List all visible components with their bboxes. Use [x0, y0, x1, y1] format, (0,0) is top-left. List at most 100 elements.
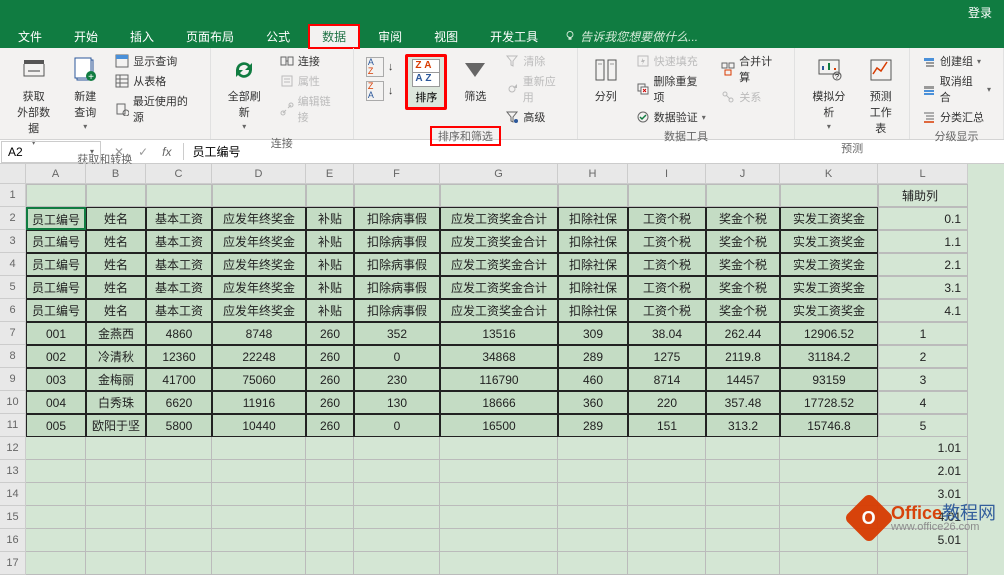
cell[interactable]: 扣除病事假: [354, 230, 440, 253]
cell[interactable]: [558, 184, 628, 207]
cell[interactable]: 工资个税: [628, 230, 706, 253]
col-header[interactable]: I: [628, 164, 706, 184]
cell[interactable]: 应发工资奖金合计: [440, 299, 558, 322]
cell[interactable]: 12360: [146, 345, 212, 368]
cell[interactable]: 实发工资奖金: [780, 207, 878, 230]
row-header[interactable]: 7: [0, 322, 26, 345]
cell[interactable]: 实发工资奖金: [780, 276, 878, 299]
cell[interactable]: 补贴: [306, 276, 354, 299]
col-header[interactable]: A: [26, 164, 86, 184]
cell[interactable]: [440, 437, 558, 460]
cell[interactable]: 扣除社保: [558, 253, 628, 276]
cell[interactable]: [86, 483, 146, 506]
cell[interactable]: 奖金个税: [706, 253, 780, 276]
cell[interactable]: 工资个税: [628, 253, 706, 276]
cell[interactable]: 基本工资: [146, 253, 212, 276]
tab-dev[interactable]: 开发工具: [476, 24, 552, 49]
row-header[interactable]: 10: [0, 391, 26, 414]
cell[interactable]: 4: [878, 391, 968, 414]
cell[interactable]: 奖金个税: [706, 230, 780, 253]
cell[interactable]: 补贴: [306, 207, 354, 230]
cell[interactable]: [212, 483, 306, 506]
cell[interactable]: [706, 460, 780, 483]
filter-button[interactable]: 筛选: [455, 52, 495, 106]
cell[interactable]: [558, 437, 628, 460]
row-header[interactable]: 16: [0, 529, 26, 552]
cell[interactable]: 欧阳于坚: [86, 414, 146, 437]
tab-insert[interactable]: 插入: [116, 24, 168, 49]
worksheet[interactable]: ABCDEFGHIJKL 1辅助列2员工编号姓名基本工资应发年终奖金补贴扣除病事…: [0, 164, 1004, 575]
consolidate-button[interactable]: 合并计算: [717, 52, 786, 86]
cell[interactable]: [628, 437, 706, 460]
cell[interactable]: 奖金个税: [706, 299, 780, 322]
row-header[interactable]: 8: [0, 345, 26, 368]
cell[interactable]: [780, 437, 878, 460]
cell[interactable]: 实发工资奖金: [780, 299, 878, 322]
cell[interactable]: [628, 460, 706, 483]
tab-review[interactable]: 审阅: [364, 24, 416, 49]
col-header[interactable]: B: [86, 164, 146, 184]
cell[interactable]: 116790: [440, 368, 558, 391]
tab-data[interactable]: 数据: [308, 24, 360, 49]
ungroup-button[interactable]: 取消组合▾: [918, 72, 995, 106]
cell[interactable]: 扣除社保: [558, 207, 628, 230]
cell[interactable]: [146, 483, 212, 506]
tab-file[interactable]: 文件: [4, 24, 56, 49]
text-to-columns-button[interactable]: 分列: [586, 52, 626, 106]
cell[interactable]: 冷清秋: [86, 345, 146, 368]
cell[interactable]: 应发工资奖金合计: [440, 207, 558, 230]
sort-desc-button[interactable]: ZA↓: [362, 80, 398, 102]
cell[interactable]: [558, 460, 628, 483]
cell[interactable]: [212, 184, 306, 207]
data-validation-button[interactable]: 数据验证▾: [632, 108, 712, 126]
cell[interactable]: 004: [26, 391, 86, 414]
cell[interactable]: 13516: [440, 322, 558, 345]
cell[interactable]: 313.2: [706, 414, 780, 437]
group-button[interactable]: 创建组▾: [918, 52, 995, 70]
cell[interactable]: 260: [306, 414, 354, 437]
row-header[interactable]: 14: [0, 483, 26, 506]
cell[interactable]: 2.1: [878, 253, 968, 276]
cell[interactable]: [306, 460, 354, 483]
cell[interactable]: [440, 460, 558, 483]
cell[interactable]: 352: [354, 322, 440, 345]
cell[interactable]: 130: [354, 391, 440, 414]
cell[interactable]: 230: [354, 368, 440, 391]
cell[interactable]: 员工编号: [26, 276, 86, 299]
cell[interactable]: [26, 437, 86, 460]
cell[interactable]: [780, 460, 878, 483]
cell[interactable]: [558, 483, 628, 506]
cell[interactable]: 应发工资奖金合计: [440, 276, 558, 299]
cell[interactable]: [440, 529, 558, 552]
cell[interactable]: [212, 460, 306, 483]
cell[interactable]: 15746.8: [780, 414, 878, 437]
cell[interactable]: 12906.52: [780, 322, 878, 345]
cell[interactable]: 白秀珠: [86, 391, 146, 414]
cell[interactable]: [86, 184, 146, 207]
cell[interactable]: [86, 529, 146, 552]
cell[interactable]: 360: [558, 391, 628, 414]
cell[interactable]: [780, 184, 878, 207]
cell[interactable]: [706, 184, 780, 207]
formula-input[interactable]: 员工编号: [183, 143, 1004, 160]
cell[interactable]: [780, 506, 878, 529]
row-header[interactable]: 5: [0, 276, 26, 299]
cell[interactable]: 6620: [146, 391, 212, 414]
col-header[interactable]: K: [780, 164, 878, 184]
cell[interactable]: 奖金个税: [706, 276, 780, 299]
cell[interactable]: 姓名: [86, 253, 146, 276]
cell[interactable]: [86, 506, 146, 529]
select-all-corner[interactable]: [0, 164, 26, 184]
cell[interactable]: [26, 460, 86, 483]
cell[interactable]: [146, 506, 212, 529]
cell[interactable]: 262.44: [706, 322, 780, 345]
sort-button[interactable]: Z AA Z 排序: [405, 54, 447, 110]
cell[interactable]: [86, 437, 146, 460]
show-queries-button[interactable]: 显示查询: [111, 52, 201, 70]
row-header[interactable]: 11: [0, 414, 26, 437]
row-header[interactable]: 1: [0, 184, 26, 207]
col-header[interactable]: E: [306, 164, 354, 184]
cell[interactable]: 289: [558, 414, 628, 437]
sort-asc-button[interactable]: AZ↓: [362, 56, 398, 78]
cell[interactable]: 16500: [440, 414, 558, 437]
